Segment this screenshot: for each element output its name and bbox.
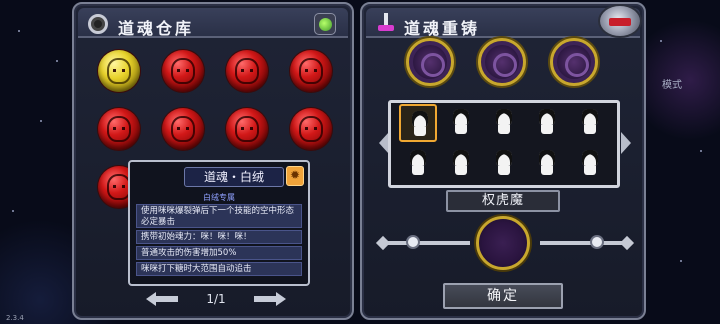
tooltip-line: 普通攻击的伤害增加50% xyxy=(136,246,302,260)
soul-orb[interactable] xyxy=(226,50,268,92)
character-sprite-icon xyxy=(494,150,514,176)
tooltip-line: 咪咪打下糖时大范围自动追击 xyxy=(136,262,302,276)
star xyxy=(680,260,682,262)
character-portrait-icon xyxy=(171,116,195,142)
tooltip-title: 道魂・白绒 xyxy=(184,167,284,187)
character-cell[interactable] xyxy=(571,104,609,142)
tooltip-line: 使用咪咪爆裂弹后下一个技能的空中形态必定暴击 xyxy=(136,204,302,228)
character-sprite-icon xyxy=(451,109,471,135)
character-cell[interactable] xyxy=(442,145,480,183)
character-cell[interactable] xyxy=(399,104,437,142)
character-portrait-icon xyxy=(299,58,323,84)
version-label: 2.3.4 xyxy=(6,314,24,322)
soul-orb[interactable] xyxy=(162,50,204,92)
soul-orb[interactable] xyxy=(290,50,332,92)
character-portrait-icon xyxy=(171,58,195,84)
star xyxy=(56,60,58,62)
character-sprite-icon xyxy=(537,109,557,135)
ring-icon xyxy=(88,14,108,34)
character-cell[interactable] xyxy=(442,104,480,142)
soul-orb[interactable] xyxy=(98,108,140,150)
character-sprite-icon xyxy=(494,109,514,135)
character-sprite-icon xyxy=(537,150,557,176)
character-portrait-icon xyxy=(107,116,131,142)
character-sprite-icon xyxy=(410,111,430,137)
character-cell[interactable] xyxy=(571,145,609,183)
warehouse-title: 道魂仓库 xyxy=(118,19,195,38)
green-orb-icon[interactable] xyxy=(314,13,336,35)
character-sprite-icon xyxy=(408,150,428,176)
soul-orb[interactable] xyxy=(98,50,140,92)
soul-orb[interactable] xyxy=(290,108,332,150)
forge-icon xyxy=(376,13,396,35)
reforge-title: 道魂重铸 xyxy=(404,19,481,38)
character-cell[interactable] xyxy=(399,145,437,183)
star xyxy=(18,30,20,32)
character-portrait-icon xyxy=(299,116,323,142)
character-cell[interactable] xyxy=(485,104,523,142)
ornament-right xyxy=(540,232,635,254)
pager: 1/1 xyxy=(146,290,286,310)
character-cell[interactable] xyxy=(485,145,523,183)
soul-tooltip: 道魂・白绒 白绒专属 使用咪咪爆裂弹后下一个技能的空中形态必定暴击 携带初始魂力… xyxy=(128,160,310,286)
star xyxy=(660,40,662,42)
back-button[interactable] xyxy=(598,4,642,38)
mode-label[interactable]: 模式 xyxy=(662,76,682,91)
tooltip-line: 携带初始魂力：咪！咪！咪！ xyxy=(136,230,302,244)
character-portrait-icon xyxy=(107,58,131,84)
character-cell[interactable] xyxy=(528,104,566,142)
soul-orb[interactable] xyxy=(226,108,268,150)
character-sprite-icon xyxy=(451,150,471,176)
star xyxy=(12,210,14,212)
soul-slot[interactable] xyxy=(406,38,454,86)
star xyxy=(40,120,42,122)
star xyxy=(700,150,702,152)
warehouse-header: 道魂仓库 xyxy=(78,8,348,38)
character-sprite-icon xyxy=(580,109,600,135)
reforge-core-slot[interactable] xyxy=(476,216,530,270)
character-portrait-icon xyxy=(235,58,259,84)
next-page-arrow-icon[interactable] xyxy=(252,292,286,306)
confirm-button[interactable]: 确定 xyxy=(443,283,563,309)
soul-slot[interactable] xyxy=(550,38,598,86)
character-sprite-icon xyxy=(580,150,600,176)
ornament-left xyxy=(375,232,470,254)
soul-orb[interactable] xyxy=(162,108,204,150)
character-portrait-icon xyxy=(235,116,259,142)
soul-slot[interactable] xyxy=(478,38,526,86)
gear-badge-icon xyxy=(286,166,304,186)
character-cell[interactable] xyxy=(528,145,566,183)
tooltip-subtitle: 白绒专属 xyxy=(203,193,235,202)
selected-character-name: 权虎魔 xyxy=(446,190,560,212)
